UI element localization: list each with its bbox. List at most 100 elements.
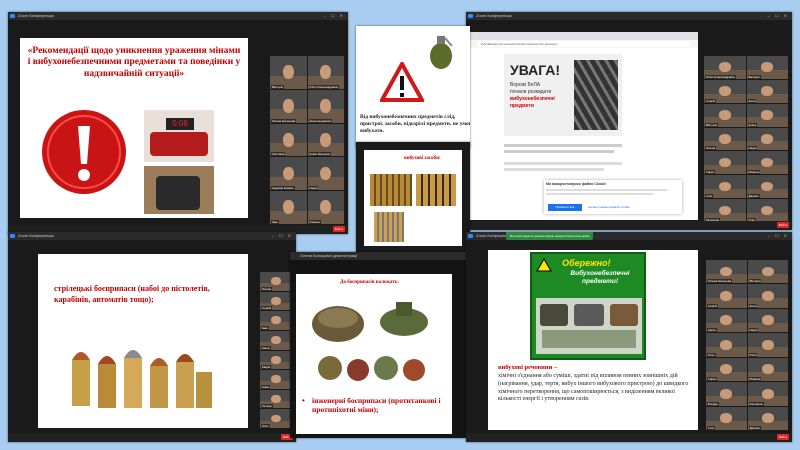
share-banner: Ви переглядаєте демонстрацію екрана Олен… (506, 232, 594, 240)
participant-tile[interactable]: Іван (260, 311, 292, 330)
participant-tile[interactable]: Надія (746, 127, 788, 151)
participant-tile[interactable]: Сергій (704, 79, 746, 103)
participant-name: Анна Андрієнко (308, 118, 333, 123)
participant-name: Вікторія (271, 84, 284, 89)
participant-grid-d: Олена Кольцова Вікторія Сергій Анна Ірина Над… (706, 260, 788, 430)
participant-name: Надія (748, 328, 759, 333)
participant-tile[interactable]: Ірина (746, 103, 788, 127)
bullets-image (72, 350, 212, 408)
participant-tile[interactable]: Катерина (704, 199, 746, 222)
zoom-logo-icon (468, 14, 473, 18)
cookie-settings-button[interactable]: Налаштування файлів Cookie (588, 204, 648, 211)
participant-tile[interactable]: Марина (747, 357, 788, 382)
slide-6-bullet-text: інженерні боєприпаси (протитанкові і про… (312, 396, 441, 415)
share-owner-label: Олени Кольцової демонстрації (300, 253, 358, 258)
participant-name: Сергій (707, 303, 718, 308)
participant-tile[interactable]: Олег (706, 333, 747, 357)
participant-name: Богдан (707, 401, 719, 406)
participant-tile[interactable]: Сергій (706, 284, 747, 308)
participant-tile[interactable]: Анна (260, 370, 292, 389)
poster-sub1: Ворожі БпЛА (510, 82, 541, 88)
accept-cookies-button[interactable]: Прийняти все (548, 204, 582, 211)
window-controls[interactable]: – ☐ ✕ (272, 232, 293, 240)
slide-4: вибухові засоби: (364, 150, 462, 246)
participant-tile[interactable]: Анна Андрієнко (307, 89, 344, 123)
participant-tile[interactable]: Катерина (747, 382, 788, 406)
participant-name: Надія (747, 146, 758, 151)
participant-tile[interactable]: Юлія Олександрівна (704, 56, 746, 79)
participant-name: Адріана Коваль (271, 186, 295, 191)
participant-tile[interactable]: Ірина (706, 308, 747, 333)
participant-tile[interactable]: Надія (307, 157, 344, 191)
exclamation-warning-icon (42, 110, 126, 194)
participant-tile[interactable]: Іван (270, 191, 307, 224)
participant-tile[interactable]: Надія (747, 308, 788, 333)
uvaha-poster: УВАГА! Ворожі БпЛА почали розкидати вибу… (504, 54, 622, 136)
participant-tile[interactable]: Олена Кольцова (270, 89, 307, 123)
participant-tile[interactable]: Олена Кольцова (706, 260, 747, 284)
participant-tile[interactable]: Оксана (307, 191, 344, 224)
ammo-image-2 (416, 174, 456, 206)
poster-sub3: вибухонебезпечні (510, 96, 555, 102)
participant-tile[interactable]: Марія (260, 350, 292, 370)
slide-5: стрілецькі боєприпаси (набої до пістолет… (38, 254, 248, 428)
participant-name: Сергій (705, 98, 716, 103)
leave-button[interactable]: Вийти (333, 226, 345, 232)
participant-name: Анна (748, 303, 758, 308)
slide-title: «Рекомендації щодо уникнення ураження мі… (27, 46, 241, 79)
participant-tile[interactable]: Данило (747, 406, 788, 430)
participant-tile[interactable]: Олена (704, 127, 746, 151)
window-title: Zoom Конференція (18, 233, 54, 238)
participant-tile[interactable]: Олег (746, 199, 788, 222)
participant-name: Марина (748, 377, 762, 382)
participant-tile[interactable]: Марина (746, 151, 788, 175)
participant-tile[interactable]: Ірина (260, 330, 292, 350)
participant-name: Надія (308, 186, 319, 191)
participant-tile[interactable]: Юлія (747, 333, 788, 357)
participant-tile[interactable]: Валерія (746, 56, 788, 79)
zoom-window-3: Zoom Конференція – ☐ ✕ kyivoblwater.gov.u… (466, 12, 792, 230)
bullet-icon: • (302, 396, 305, 405)
participant-tile[interactable]: Сергій (260, 291, 292, 311)
zoom-toolbar-3[interactable]: Вийти (466, 221, 792, 230)
participant-tile[interactable]: Ірина Мельник (307, 123, 344, 157)
address-bar[interactable]: kyivoblwater.gov.ua/news/vybukhonebezpec… (478, 41, 690, 47)
participant-tile[interactable]: Вікторія (270, 56, 307, 89)
window-controls[interactable]: – ☐ ✕ (768, 12, 789, 20)
participant-name: Юля Олександрівна (308, 84, 339, 89)
zoom-logo-icon (10, 234, 15, 238)
participant-tile[interactable]: Ілля (706, 406, 747, 430)
participant-name: Сергій (261, 306, 272, 311)
participant-name: Вікторія (748, 279, 762, 284)
participant-tile[interactable]: Вікторія (747, 260, 788, 284)
zoom-toolbar-7[interactable]: Вийти (466, 433, 792, 442)
participant-tile[interactable]: Богдан (706, 382, 747, 406)
zoom-window-1: Zoom Конференція – ☐ ✕ «Рекомендації щодо… (8, 12, 348, 234)
participant-tile[interactable]: Тарас (704, 151, 746, 175)
participant-tile[interactable]: Анна (747, 284, 788, 308)
browser-window: kyivoblwater.gov.ua/news/vybukhonebezpec… (470, 32, 698, 220)
participant-tile[interactable]: Тетяна (260, 389, 292, 409)
zoom-toolbar-5[interactable]: Вийти (8, 433, 296, 442)
danger-triangle-icon (380, 62, 424, 102)
participant-tile[interactable]: Адріана Коваль (270, 157, 307, 191)
suspicious-bag-image (144, 166, 214, 214)
participant-tile[interactable]: Юля Олександрівна (307, 56, 344, 89)
participant-tile[interactable]: Вікторія (704, 103, 746, 127)
participant-name: Ілля (707, 426, 715, 430)
window-controls[interactable]: – ☐ ✕ (768, 232, 789, 240)
participant-tile[interactable]: Данило (746, 175, 788, 199)
window-controls[interactable]: – ☐ ✕ (324, 12, 345, 20)
participant-name: Олена (705, 146, 717, 151)
leave-button[interactable]: Вийти (777, 434, 789, 440)
poster-7-title: Обережно! (562, 258, 611, 268)
mines-image (312, 302, 428, 381)
participant-tile[interactable]: Ілля (704, 175, 746, 199)
participant-tile[interactable]: Олена (260, 272, 292, 291)
leave-button[interactable]: Вийти (777, 222, 789, 228)
participant-tile[interactable]: Тарас (706, 357, 747, 382)
participant-tile[interactable]: Олег (260, 409, 292, 428)
participant-tile[interactable]: Анна (746, 79, 788, 103)
zoom-window-6: Олени Кольцової демонстрації До боєприпа… (290, 252, 466, 438)
participant-tile[interactable]: Світлана (270, 123, 307, 157)
